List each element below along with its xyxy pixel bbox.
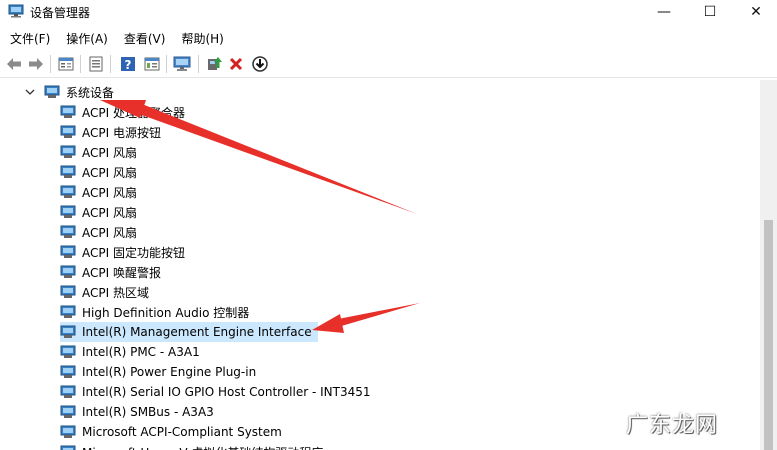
tree-category-system-devices[interactable]: 系统设备 xyxy=(24,82,114,102)
tree-item[interactable]: ACPI 固定功能按钮 xyxy=(60,242,191,262)
system-device-icon xyxy=(60,405,76,418)
details-button[interactable] xyxy=(142,54,162,74)
menu-view[interactable]: 查看(V) xyxy=(116,28,174,50)
tree-item-label: Intel(R) SMBus - A3A3 xyxy=(82,405,214,419)
tree-item-label: ACPI 电源按钮 xyxy=(82,125,161,140)
tree-item-label: Intel(R) Power Engine Plug-in xyxy=(82,365,257,379)
tree-item[interactable]: ACPI 风扇 xyxy=(60,162,143,182)
tree-item-label: ACPI 固定功能按钮 xyxy=(82,245,185,260)
system-device-icon xyxy=(60,325,76,338)
menu-bar: 文件(F) 操作(A) 查看(V) 帮助(H) xyxy=(0,28,777,50)
close-icon: ✕ xyxy=(750,4,762,20)
watermark: 广东龙网 xyxy=(620,404,770,442)
system-devices-icon xyxy=(44,85,60,98)
tree-item[interactable]: Intel(R) Power Engine Plug-in xyxy=(60,362,262,382)
title-bar: 设备管理器 — ☐ ✕ xyxy=(0,0,777,24)
system-device-icon xyxy=(60,385,76,398)
menu-help[interactable]: 帮助(H) xyxy=(173,28,231,50)
tree-item-label: ACPI 唤醒警报 xyxy=(82,265,161,280)
tree-item[interactable]: High Definition Audio 控制器 xyxy=(60,302,255,322)
device-tree: 系统设备 ACPI 处理器聚合器 ACPI 电源按钮 ACPI 风扇 ACPI 风扇 A… xyxy=(0,80,760,450)
tree-item[interactable]: Intel(R) Serial IO GPIO Host Controller … xyxy=(60,382,377,402)
system-device-icon xyxy=(60,165,76,178)
system-device-icon xyxy=(60,345,76,358)
system-device-icon xyxy=(60,125,76,138)
tree-category-label: 系统设备 xyxy=(66,85,115,100)
system-device-icon xyxy=(60,225,76,238)
maximize-button[interactable]: ☐ xyxy=(687,0,733,24)
scan-hardware-button[interactable] xyxy=(172,54,192,74)
system-device-icon xyxy=(60,265,76,278)
system-device-icon xyxy=(60,145,76,158)
tree-item[interactable]: Intel(R) PMC - A3A1 xyxy=(60,342,206,362)
system-device-icon xyxy=(60,305,76,318)
properties-button[interactable] xyxy=(56,54,76,74)
back-arrow-icon xyxy=(7,58,21,70)
tree-item[interactable]: ACPI 风扇 xyxy=(60,142,143,162)
system-device-icon xyxy=(60,205,76,218)
window-title: 设备管理器 xyxy=(30,6,91,20)
system-device-icon xyxy=(60,425,76,438)
tree-item[interactable]: ACPI 风扇 xyxy=(60,182,143,202)
uninstall-button[interactable] xyxy=(226,54,246,74)
vertical-scrollbar[interactable] xyxy=(760,80,777,450)
tree-item[interactable]: Intel(R) SMBus - A3A3 xyxy=(60,402,220,422)
svg-text:?: ? xyxy=(125,58,132,72)
download-icon xyxy=(252,56,268,72)
tree-item-label: High Definition Audio 控制器 xyxy=(82,305,250,320)
system-device-icon xyxy=(60,365,76,378)
uninstall-icon xyxy=(229,57,243,71)
system-device-icon xyxy=(60,185,76,198)
tree-item-label: ACPI 风扇 xyxy=(82,185,137,200)
update-driver-button[interactable] xyxy=(204,54,224,74)
tree-item-label: Intel(R) Management Engine Interface xyxy=(82,325,312,339)
update-driver-icon xyxy=(208,57,222,70)
tree-item-label: ACPI 风扇 xyxy=(82,225,137,240)
forward-button[interactable] xyxy=(26,54,46,74)
tree-item-label: Microsoft Hyper-V 虚拟化基础结构驱动程序 xyxy=(82,444,323,450)
tree-item[interactable]: Microsoft Hyper-V 虚拟化基础结构驱动程序 xyxy=(60,442,329,450)
minimize-icon: — xyxy=(657,4,671,20)
tree-item-label: Intel(R) PMC - A3A1 xyxy=(82,345,200,359)
tree-item-label: Microsoft ACPI-Compliant System xyxy=(82,425,282,439)
system-device-icon xyxy=(60,245,76,258)
device-list-icon xyxy=(89,56,103,72)
tree-item[interactable]: ACPI 风扇 xyxy=(60,222,143,242)
properties-icon xyxy=(58,57,74,71)
menu-file[interactable]: 文件(F) xyxy=(0,28,58,50)
tree-item[interactable]: ACPI 处理器聚合器 xyxy=(60,102,191,122)
chevron-down-icon[interactable] xyxy=(24,86,36,98)
back-button[interactable] xyxy=(4,54,24,74)
tree-item[interactable]: ACPI 风扇 xyxy=(60,202,143,222)
system-device-icon xyxy=(60,285,76,298)
tree-item[interactable]: ACPI 唤醒警报 xyxy=(60,262,167,282)
tree-item-label: ACPI 处理器聚合器 xyxy=(82,105,185,120)
disable-device-button[interactable] xyxy=(250,54,270,74)
system-device-icon xyxy=(60,445,76,450)
tree-item[interactable]: ACPI 热区域 xyxy=(60,282,155,302)
tree-item-label: ACPI 风扇 xyxy=(82,145,137,160)
tree-item-label: Intel(R) Serial IO GPIO Host Controller … xyxy=(82,385,371,399)
toolbar: ? xyxy=(0,50,777,78)
device-manager-app-icon xyxy=(8,4,24,18)
tree-item-label: ACPI 热区域 xyxy=(82,285,149,300)
tree-item[interactable]: Intel(R) Management Engine Interface xyxy=(60,322,318,342)
tree-item[interactable]: ACPI 电源按钮 xyxy=(60,122,167,142)
monitor-icon xyxy=(173,56,191,71)
menu-action[interactable]: 操作(A) xyxy=(58,28,116,50)
details-icon xyxy=(144,57,160,71)
help-button[interactable]: ? xyxy=(118,54,138,74)
tree-item-label: ACPI 风扇 xyxy=(82,205,137,220)
forward-arrow-icon xyxy=(29,58,43,70)
system-device-icon xyxy=(60,105,76,118)
watermark-text: 广东龙网 xyxy=(626,413,719,438)
tree-item-label: ACPI 风扇 xyxy=(82,165,137,180)
device-list-button[interactable] xyxy=(86,54,106,74)
tree-item[interactable]: Microsoft ACPI-Compliant System xyxy=(60,422,288,442)
maximize-icon: ☐ xyxy=(703,4,717,20)
minimize-button[interactable]: — xyxy=(641,0,687,24)
help-icon: ? xyxy=(121,57,135,72)
close-button[interactable]: ✕ xyxy=(733,0,777,24)
